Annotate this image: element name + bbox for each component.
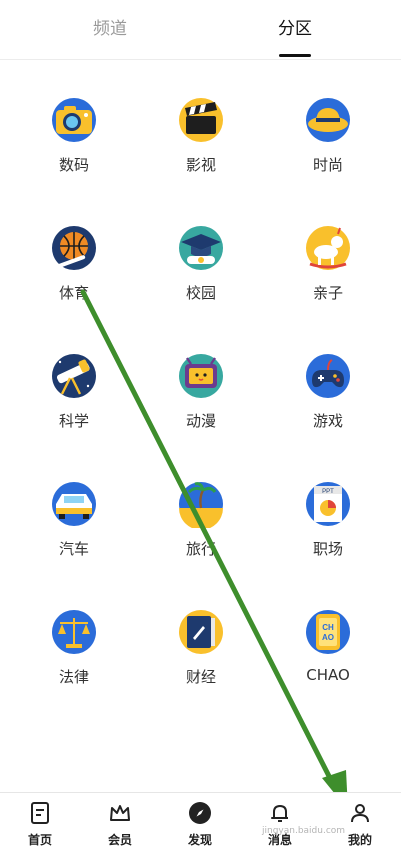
category-film[interactable]: 影视 <box>141 96 261 196</box>
nav-discover[interactable]: 发现 <box>160 793 240 852</box>
category-label: 旅行 <box>185 540 216 558</box>
category-label: 财经 <box>185 668 216 686</box>
svg-text:AO: AO <box>322 633 334 642</box>
crown-icon <box>110 805 130 821</box>
category-label: 亲子 <box>312 284 343 302</box>
home-doc-icon <box>31 802 49 824</box>
category-finance[interactable]: 财经 <box>141 608 261 708</box>
car-icon <box>50 480 98 528</box>
category-games[interactable]: 游戏 <box>268 352 388 452</box>
basketball-icon <box>50 224 98 272</box>
category-label: 影视 <box>185 156 216 174</box>
category-label: 时尚 <box>312 156 343 174</box>
palm-beach-icon <box>177 480 225 528</box>
telescope-icon <box>50 352 98 400</box>
svg-text:CH: CH <box>322 623 334 632</box>
nav-vip[interactable]: 会员 <box>80 793 160 852</box>
clapperboard-icon <box>177 96 225 144</box>
category-anime[interactable]: 动漫 <box>141 352 261 452</box>
camera-icon <box>50 96 98 144</box>
category-label: 科学 <box>58 412 89 430</box>
active-tab-indicator <box>279 54 311 57</box>
category-label: 校园 <box>185 284 216 302</box>
tab-channel[interactable]: 频道 <box>50 14 170 39</box>
category-campus[interactable]: 校园 <box>141 224 261 324</box>
chao-phone-icon: CH AO <box>304 608 352 656</box>
nav-profile[interactable]: 我的 <box>320 793 400 852</box>
hat-icon <box>304 96 352 144</box>
user-icon <box>351 804 369 823</box>
tab-zone[interactable]: 分区 <box>235 14 355 39</box>
category-label: 动漫 <box>185 412 216 430</box>
category-label: 游戏 <box>312 412 343 430</box>
category-cars[interactable]: 汽车 <box>14 480 134 580</box>
compass-icon <box>189 802 211 824</box>
tv-character-icon <box>177 352 225 400</box>
bell-icon <box>271 805 288 822</box>
category-parenting[interactable]: 亲子 <box>268 224 388 324</box>
category-workplace[interactable]: PPT 职场 <box>268 480 388 580</box>
svg-text:PPT: PPT <box>322 489 334 495</box>
ppt-chart-icon: PPT <box>304 480 352 528</box>
nav-label: 发现 <box>187 833 212 847</box>
category-label: 汽车 <box>58 540 89 558</box>
rocking-horse-icon <box>304 224 352 272</box>
category-law[interactable]: 法律 <box>14 608 134 708</box>
watermark: jingyan.baidu.com <box>262 826 346 836</box>
finance-book-icon <box>177 608 225 656</box>
nav-home[interactable]: 首页 <box>0 793 80 852</box>
nav-messages[interactable]: 消息 <box>240 793 320 852</box>
category-fashion[interactable]: 时尚 <box>268 96 388 196</box>
category-label: 职场 <box>312 540 343 558</box>
category-travel[interactable]: 旅行 <box>141 480 261 580</box>
top-tab-bar: 频道 分区 <box>0 0 401 60</box>
category-sports[interactable]: 体育 <box>14 224 134 324</box>
nav-label: 首页 <box>27 833 52 847</box>
scales-icon <box>50 608 98 656</box>
gamepad-icon <box>304 352 352 400</box>
category-chao[interactable]: CH AO CHAO <box>268 608 388 708</box>
bottom-nav-bar: 首页 会员 发现 消息 我的 <box>0 792 401 852</box>
graduation-cap-icon <box>177 224 225 272</box>
category-science[interactable]: 科学 <box>14 352 134 452</box>
category-label: 体育 <box>58 284 89 302</box>
category-digital[interactable]: 数码 <box>14 96 134 196</box>
category-label: CHAO <box>306 666 350 684</box>
category-label: 数码 <box>58 156 89 174</box>
category-label: 法律 <box>58 668 89 686</box>
nav-label: 会员 <box>107 833 132 847</box>
